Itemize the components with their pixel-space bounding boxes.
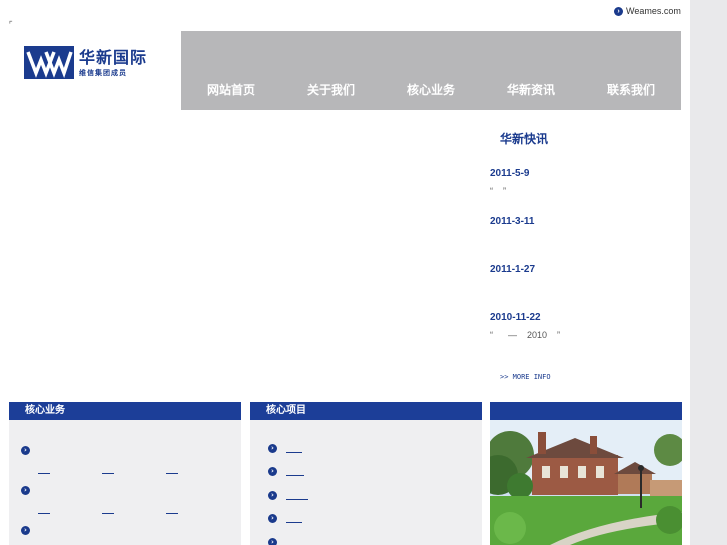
link-underline[interactable] [102,513,114,514]
news-item[interactable]: 2011-5-9 “ ” [490,168,680,216]
nav-item-news[interactable]: 华新资讯 [481,81,581,98]
news-date: 2011-1-27 [490,264,536,275]
right-edge-bar [690,0,727,545]
news-section: 华新快讯 2011-5-9 “ ” 2011-3-11 2011-1-27 20… [490,130,680,360]
nav-item-home[interactable]: 网站首页 [181,81,281,98]
photo-panel [490,402,682,545]
link-underline[interactable] [166,473,178,474]
weames-link[interactable]: › Weames.com [614,6,681,16]
bullet-icon: › [268,538,277,545]
nav-item-about[interactable]: 关于我们 [281,81,381,98]
project-link[interactable] [286,475,304,476]
news-text[interactable]: “ ” [490,186,680,196]
link-underline[interactable] [38,513,50,514]
news-item[interactable]: 2010-11-22 “ — 2010 ” [490,312,680,360]
link-underline[interactable] [166,513,178,514]
news-item[interactable]: 2011-1-27 [490,264,680,312]
bullet-icon: › [268,491,277,500]
photo-panel-header [490,402,682,420]
bullet-icon: › [21,526,30,535]
news-date: 2011-5-9 [490,168,530,179]
news-text[interactable]: “ — 2010 ” [490,330,680,340]
main-nav: 网站首页 关于我们 核心业务 华新资讯 联系我们 [181,31,681,110]
estate-photo[interactable] [490,420,682,545]
news-item[interactable]: 2011-3-11 [490,216,680,264]
more-info-link[interactable]: >> MORE INFO [500,373,551,381]
bullet-icon: › [268,467,277,476]
link-underline[interactable] [38,473,50,474]
nav-item-business[interactable]: 核心业务 [381,81,481,98]
core-business-panel: 核心业务 › › › [9,402,241,545]
news-date: 2011-3-11 [490,216,535,227]
core-projects-panel: 核心项目 › › › › › [250,402,482,545]
link-underline[interactable] [102,473,114,474]
weames-link-label: Weames.com [626,6,681,16]
project-link[interactable] [286,522,302,523]
project-link[interactable] [286,452,302,453]
bullet-icon: › [21,486,30,495]
logo-name: 华新国际 [79,47,148,67]
bullet-icon: › [21,446,30,455]
logo-subtitle: 维信集团成员 [79,68,127,77]
news-title: 华新快讯 [500,132,549,146]
news-date: 2010-11-22 [490,312,541,323]
logo[interactable]: 华新国际 维信集团成员 [24,46,147,79]
bullet-icon: › [268,444,277,453]
corner-mark: ⌜ [9,20,13,29]
core-projects-title: 核心项目 [250,402,482,420]
logo-mark-icon [24,46,74,79]
core-business-title: 核心业务 [9,402,241,420]
nav-item-contact[interactable]: 联系我们 [581,81,681,98]
arrow-circle-icon: › [614,6,623,16]
bullet-icon: › [268,514,277,523]
project-link[interactable] [286,499,308,500]
